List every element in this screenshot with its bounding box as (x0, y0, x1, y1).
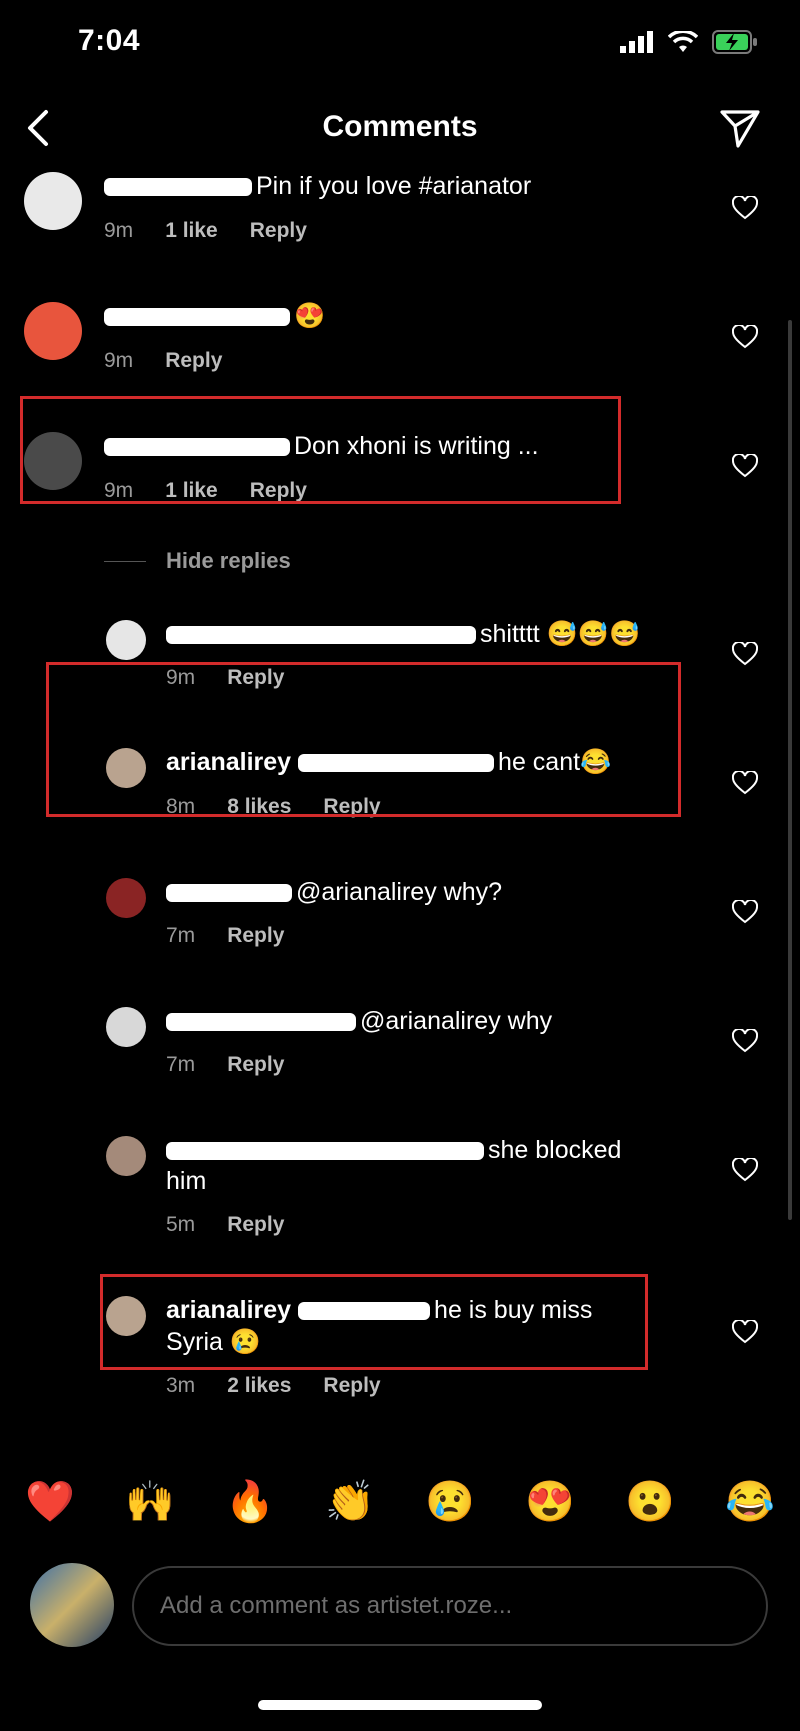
emoji-surprised[interactable]: 😮 (620, 1478, 680, 1525)
reply-text: @arianalirey why? (166, 876, 502, 908)
reply-button[interactable]: Reply (227, 1213, 284, 1237)
battery-charging-icon (712, 30, 757, 54)
heart-icon[interactable] (732, 1029, 758, 1053)
heart-icon[interactable] (732, 196, 758, 220)
reply-text: @arianalirey why (166, 1005, 552, 1037)
comment-time: 5m (166, 1213, 196, 1236)
send-icon[interactable] (718, 106, 762, 150)
scrollbar[interactable] (788, 320, 792, 1220)
comment-time: 7m (166, 924, 196, 947)
redacted-username (166, 1142, 484, 1161)
emoji-raised-hands[interactable]: 🙌 (120, 1478, 180, 1525)
highlight-box (46, 662, 681, 817)
reply-button[interactable]: Reply (227, 924, 284, 948)
wifi-icon (668, 31, 698, 52)
comment-text: Pin if you love #arianator (104, 170, 531, 202)
reply-meta: 3m 2 likes Reply (166, 1374, 381, 1398)
comment-time: 7m (166, 1053, 196, 1076)
heart-icon[interactable] (732, 900, 758, 924)
highlight-box (100, 1274, 648, 1370)
reply-text: she blocked (166, 1134, 621, 1166)
emoji-laughing[interactable]: 😂 (720, 1478, 780, 1525)
comment-time: 9m (104, 349, 134, 372)
emoji-crying[interactable]: 😢 (420, 1478, 480, 1525)
emoji-clap[interactable]: 👏 (320, 1478, 380, 1525)
avatar[interactable] (24, 302, 82, 360)
hide-replies-button[interactable]: Hide replies (104, 548, 291, 574)
divider (104, 560, 146, 562)
cellular-signal-icon (620, 31, 653, 53)
redacted-username (166, 1013, 356, 1032)
comment-meta: 9m 1 like Reply (104, 219, 307, 243)
redacted-username (166, 626, 476, 645)
emoji-heart-eyes[interactable]: 😍 (520, 1478, 580, 1525)
status-icons (620, 30, 758, 54)
heart-icon[interactable] (732, 642, 758, 666)
hide-replies-label: Hide replies (166, 548, 291, 573)
reply-button[interactable]: Reply (165, 349, 222, 373)
reply-button[interactable]: Reply (323, 1374, 380, 1398)
comment-meta: 9m Reply (104, 349, 222, 373)
reply-text-line2: him (166, 1167, 207, 1195)
emoji-bar: ❤️ 🙌 🔥 👏 😢 😍 😮 😂 (20, 1478, 780, 1525)
heart-icon[interactable] (732, 771, 758, 795)
reply-button[interactable]: Reply (250, 219, 307, 243)
page-title: Comments (322, 110, 478, 143)
redacted-username (166, 884, 292, 903)
current-user-avatar[interactable] (30, 1563, 114, 1647)
heart-icon[interactable] (732, 454, 758, 478)
status-time: 7:04 (78, 24, 141, 57)
avatar[interactable] (106, 1136, 146, 1176)
heart-icon[interactable] (732, 325, 758, 349)
redacted-username (104, 178, 252, 197)
avatar[interactable] (106, 620, 146, 660)
avatar[interactable] (106, 1007, 146, 1047)
comment-text: 😍 (104, 300, 325, 332)
avatar[interactable] (106, 878, 146, 918)
reply-text: shitttt 😅😅😅 (166, 618, 640, 650)
comment-input[interactable] (132, 1566, 768, 1646)
likes-count[interactable]: 1 like (165, 219, 218, 243)
highlight-box (20, 396, 621, 504)
redacted-username (104, 308, 290, 327)
home-indicator[interactable] (258, 1700, 542, 1710)
heart-icon[interactable] (732, 1320, 758, 1344)
emoji-heart[interactable]: ❤️ (20, 1478, 80, 1525)
reply-button[interactable]: Reply (227, 1053, 284, 1077)
comment-time: 9m (104, 219, 134, 242)
reply-meta: 7m Reply (166, 924, 284, 948)
heart-icon[interactable] (732, 1158, 758, 1182)
comment-time: 3m (166, 1374, 196, 1397)
emoji-fire[interactable]: 🔥 (220, 1478, 280, 1525)
likes-count[interactable]: 2 likes (227, 1374, 291, 1398)
reply-meta: 7m Reply (166, 1053, 284, 1077)
avatar[interactable] (24, 172, 82, 230)
reply-meta: 5m Reply (166, 1213, 284, 1237)
